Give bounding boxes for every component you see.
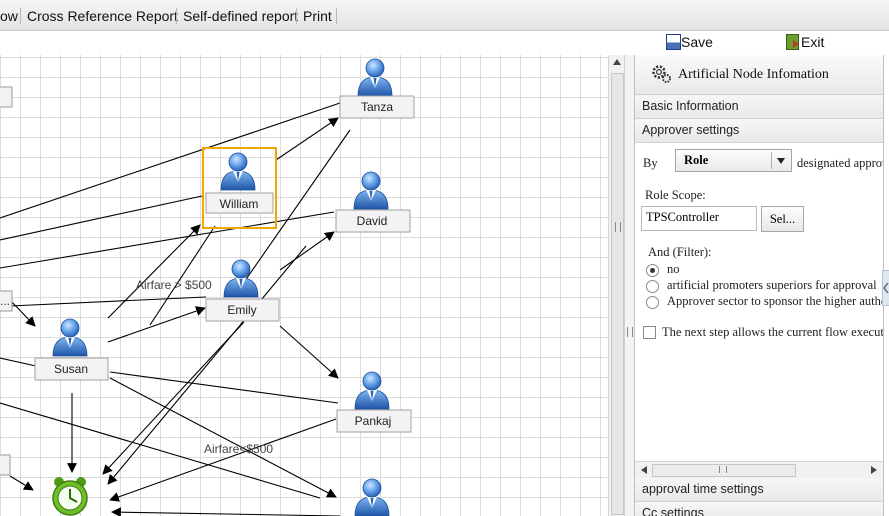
flow-diagram: ... Tanza William David Emily Susan Pank… [0,58,415,516]
node-label: William [220,197,259,211]
flow-node-bottom[interactable] [354,478,390,516]
flow-edge[interactable] [279,231,335,271]
person-icon [354,371,390,410]
filter-option-no-radio[interactable] [646,264,659,277]
tab-self-defined-report[interactable]: Self-defined report [183,0,298,30]
scroll-thumb[interactable] [611,73,624,515]
person-icon [354,478,390,516]
person-icon [353,171,389,210]
scroll-up-icon[interactable] [613,59,621,65]
flow-node-partial-label: ... [0,294,10,308]
exit-button[interactable]: Exit [801,33,824,51]
tab-divider [176,8,177,24]
node-label: David [357,214,388,228]
grip-icon [627,327,633,337]
role-scope-label: Role Scope: [645,188,706,202]
node-label: Susan [54,362,88,376]
flow-node-partial[interactable] [0,454,11,476]
gear-icon [652,65,671,83]
filter-option-no-label[interactable]: no [667,262,680,277]
edge-label: Airfare > $500 [136,278,212,292]
chevron-down-icon [777,158,785,164]
node-label: Pankaj [355,414,392,428]
exit-icon[interactable] [786,34,799,50]
tab-cross-reference-report[interactable]: Cross Reference Report [27,0,178,30]
flow-edge[interactable] [9,299,36,327]
next-step-label[interactable]: The next step allows the current flow ex… [662,325,883,340]
person-icon [52,318,88,357]
flow-node-david[interactable]: David [335,171,411,233]
designated-label: designated approv [797,156,884,170]
person-icon [357,58,393,97]
flow-edge[interactable] [9,475,34,491]
role-scope-input[interactable] [642,207,758,228]
flow-edge[interactable] [107,306,206,343]
section-approval-time-settings[interactable]: approval time settings [635,478,883,502]
save-icon[interactable] [666,34,681,50]
edge-label: Airfare<$500 [204,442,273,456]
filter-label: And (Filter): [648,245,712,259]
person-icon [223,259,259,298]
panel-horizontal-scrollbar[interactable] [635,461,883,478]
flow-edge[interactable] [9,296,207,307]
flow-edge[interactable] [0,102,341,219]
panel-collapse-tab[interactable] [882,270,889,306]
flow-edge[interactable] [109,377,337,498]
approver-type-select[interactable]: Role [675,149,792,172]
timer-node[interactable] [52,477,88,516]
filter-option-superiors-label[interactable]: artificial promoters superiors for appro… [667,278,877,293]
flow-node-pankaj[interactable]: Pankaj [336,371,412,433]
filter-option-sector-label[interactable]: Approver sector to sponsor the higher au… [667,294,883,309]
scroll-left-icon[interactable] [641,466,647,474]
flow-node-susan[interactable]: Susan [34,318,109,381]
flow-node-emily[interactable]: Emily [205,259,280,322]
flow-edge[interactable] [279,325,339,379]
filter-option-superiors-radio[interactable] [646,280,659,293]
person-icon [220,152,256,191]
tab-divider [20,8,21,24]
scroll-thumb[interactable] [652,464,796,477]
flow-node-william[interactable]: William [205,152,274,214]
section-basic-information[interactable]: Basic Information [635,95,883,119]
grip-icon [719,466,727,473]
tab-divider [336,8,337,24]
flow-edge[interactable] [109,418,337,502]
section-cc-settings[interactable]: Cc settings [635,502,883,516]
chevron-left-icon [883,282,889,294]
flow-canvas[interactable]: ... Tanza William David Emily Susan Pank… [0,55,608,516]
section-approver-settings[interactable]: Approver settings [635,119,883,143]
scroll-right-icon[interactable] [871,466,877,474]
approver-type-value: Role [684,153,709,167]
flow-edge[interactable] [0,195,203,241]
flow-edge[interactable] [0,211,335,269]
role-scope-field[interactable] [641,206,758,231]
panel-header: Artificial Node Infomation [635,55,883,95]
flow-node-partial[interactable] [0,86,13,108]
flow-edge[interactable] [275,117,339,161]
by-label: By [643,156,658,170]
filter-option-sector-radio[interactable] [646,296,659,309]
next-step-checkbox[interactable] [643,326,656,339]
select-divider [771,152,772,169]
canvas-vertical-scrollbar[interactable] [608,55,625,516]
flow-edge[interactable] [107,224,201,319]
flow-node-tanza[interactable]: Tanza [339,58,415,119]
tab-bar: ow Cross Reference Report Self-defined r… [0,0,889,31]
save-button[interactable]: Save [681,33,713,51]
toolbar: Save Exit [0,31,889,53]
flow-edge[interactable] [0,357,37,367]
tab-print[interactable]: Print [303,0,332,30]
node-label: Emily [227,303,256,317]
node-info-panel: Artificial Node Infomation Basic Informa… [634,55,884,516]
panel-title: Artificial Node Infomation [678,67,829,82]
tab-flow[interactable]: ow [0,0,18,30]
select-role-button[interactable]: Sel... [761,206,804,232]
tab-divider [296,8,297,24]
node-label: Tanza [361,100,393,114]
flow-edge[interactable] [109,371,339,404]
flow-edge[interactable] [111,507,341,516]
grip-icon [615,222,621,232]
